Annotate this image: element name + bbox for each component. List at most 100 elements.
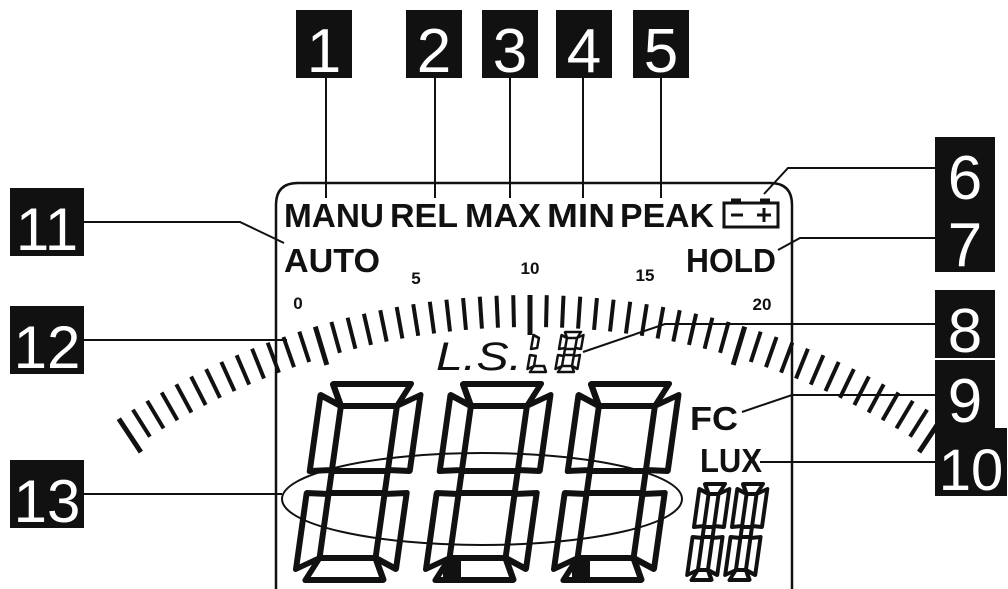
bargraph-segment [730,325,748,366]
ls-digits [526,330,585,374]
decimal-point-1 [443,560,461,578]
svg-text:1: 1 [307,17,341,86]
bargraph-segment [494,295,500,328]
digit-segment [306,392,344,474]
svg-text:5: 5 [644,17,678,86]
decimal-point-2 [572,560,590,578]
battery-icon [722,198,780,229]
bargraph-segment [655,306,666,339]
bargraph-segment [592,297,599,331]
digit-segment [729,487,749,529]
scale-label-5: 5 [411,269,420,288]
bargraph-segment [312,325,330,366]
digit-segment [557,333,569,351]
bargraph-segment [808,354,826,386]
svg-text:10: 10 [939,438,1004,503]
lcd-diagram: 1 2 3 4 5 6 7 8 9 10 11 12 13 MANU REL M… [10,10,1007,589]
bargraph-segment [281,336,296,368]
svg-text:6: 6 [948,144,982,213]
seven-segment-digit [526,333,548,374]
digit-segment [325,468,391,496]
bargraph-segment [394,306,405,339]
analog-bargraph [116,295,944,454]
scale-label-10: 10 [521,259,540,278]
ls-label: L.S. [436,335,522,379]
svg-text:9: 9 [948,367,982,436]
bargraph-segment [748,330,763,363]
bargraph-segment [427,301,437,334]
digit-segment [630,490,668,572]
bargraph-segment [189,375,208,406]
bargraph-segment [411,303,421,337]
bargraph-segment [511,295,516,328]
bargraph-segment [718,321,731,354]
lux-indicator: LUX [700,442,762,479]
bargraph-segment [174,383,194,414]
auto-indicator: AUTO [284,242,380,279]
bargraph-segment [159,391,180,422]
callout-6: 6 [935,137,995,213]
digit-segment [502,490,540,572]
callout-7: 7 [935,204,995,280]
svg-text:7: 7 [948,211,982,280]
digit-highlight-ellipse [281,452,683,546]
leader-6 [763,167,935,195]
bargraph-segment [576,296,583,329]
manu-indicator: MANU [284,197,384,234]
leader-11 [84,221,285,244]
callout-12: 12 [10,306,84,381]
bargraph-segment [794,348,810,380]
bargraph-segment [116,417,143,454]
digit-segment [700,525,716,539]
bargraph-segment [894,399,915,430]
bargraph-segment [329,321,342,354]
digit-segment [583,468,649,496]
svg-text:12: 12 [14,314,81,381]
seven-segment-digit [550,381,682,583]
svg-text:4: 4 [567,17,601,86]
bargraph-segment [444,299,452,332]
digit-segment [573,333,585,351]
svg-text:3: 3 [493,17,527,86]
digit-segment [738,525,754,539]
digit-segment [562,347,577,357]
bargraph-segment [560,295,566,328]
seven-segment-digit [554,330,585,374]
bargraph-segment [265,342,281,374]
digit-segment [529,333,541,351]
bargraph-segment [852,375,871,406]
callout-10: 10 [935,428,1007,503]
scale-label-15: 15 [636,266,655,285]
bargraph-segment [378,309,389,342]
bargraph-segment [623,301,633,334]
bargraph-segment [234,354,252,386]
rel-indicator: REL [390,197,458,234]
bargraph-segment [779,342,795,374]
bargraph-segment [544,295,549,328]
bargraph-segment [477,296,484,329]
svg-text:13: 13 [14,468,81,535]
bargraph-segment [461,297,468,331]
digit-segment [526,353,538,371]
fc-indicator: FC [690,400,738,437]
bargraph-segment [297,330,312,363]
callout-11: 11 [10,188,84,263]
digit-segment [691,487,711,529]
bargraph-segment [866,383,886,414]
bargraph-segment [608,299,616,332]
callout-9: 9 [935,360,995,436]
scale-label-0: 0 [293,294,302,313]
bargraph-segment [880,391,901,422]
callout-2: 2 [406,10,462,86]
svg-text:2: 2 [417,17,451,86]
bargraph-segment [671,309,682,342]
bargraph-segment [838,368,856,399]
leader-lines [84,78,935,495]
callout-5: 5 [633,10,689,86]
callout-4: 4 [556,10,612,86]
seven-segment-digit [685,482,732,582]
seven-segment-digit [723,482,770,582]
seven-segment-digit [292,381,424,583]
bargraph-segment [687,313,699,346]
digit-segment [372,490,410,572]
